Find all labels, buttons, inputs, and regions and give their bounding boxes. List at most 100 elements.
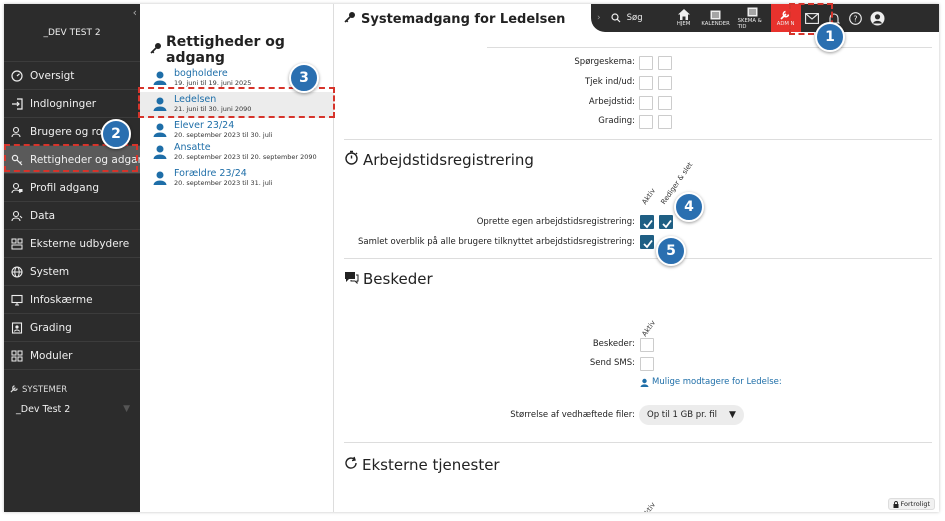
chevron-down-icon: ▼ — [123, 404, 130, 414]
user-group-icon — [153, 171, 167, 185]
checkbox[interactable] — [639, 76, 653, 90]
column-header-active: Aktiv — [640, 186, 658, 206]
main-content: Spørgeskema: Tjek ind/ud: Arbejdstid: Gr… — [334, 32, 939, 512]
list-item-date: 20. september 2023 til 20. september 209… — [174, 153, 317, 161]
checkbox[interactable] — [658, 76, 672, 90]
list-item-name: Elever 23/24 — [174, 120, 235, 131]
sidebar-item-label: System — [30, 265, 70, 278]
list-item-date: 20. september 2023 til 30. juli — [174, 131, 273, 139]
sidebar-item-label: Profil adgang — [30, 181, 100, 194]
data-icon — [10, 209, 24, 223]
row-label: Størrelse af vedhæftede filer: — [510, 410, 635, 420]
nav-home[interactable]: HJEM — [671, 4, 697, 32]
row-label: Samlet overblik på alle brugere tilknytt… — [358, 237, 635, 247]
profile-access-icon — [10, 181, 24, 195]
sidebar-item-indlogninger[interactable]: Indlogninger — [4, 90, 140, 118]
step-badge-4: 4 — [674, 192, 704, 222]
user-group-icon — [153, 145, 167, 159]
checkbox[interactable] — [640, 357, 654, 371]
row-label: Beskeder: — [592, 339, 635, 349]
row-label: Send SMS: — [589, 358, 635, 368]
system-select[interactable]: _Dev Test 2 ▼ — [4, 404, 140, 415]
sidebar-item-oversigt[interactable]: Oversigt — [4, 62, 140, 90]
list-item[interactable]: Elever 23/24 20. september 2023 til 30. j… — [140, 118, 334, 140]
checkbox[interactable] — [658, 115, 672, 129]
top-navigation: › Søg HJEM KALENDER SKEMA & TID ADMIN ? — [591, 4, 939, 32]
grading-icon — [10, 321, 24, 335]
key-icon — [344, 11, 356, 27]
row-label: Grading: — [598, 116, 635, 126]
svg-text:?: ? — [853, 14, 857, 23]
help-button[interactable]: ? — [845, 4, 867, 32]
checkbox-checked[interactable] — [659, 215, 673, 229]
sidebar-item-label: Eksterne udbydere — [30, 237, 130, 250]
row-label: Oprette egen arbejdstidsregistrering: — [476, 217, 635, 227]
checkbox[interactable] — [639, 96, 653, 110]
top-bar: Systemadgang for Ledelsen › Søg HJEM KAL… — [334, 4, 939, 32]
checkbox-checked[interactable] — [640, 235, 654, 249]
step-badge-3: 3 — [289, 63, 319, 93]
possible-recipients-link[interactable]: Mulige modtagere for Ledelse: — [640, 377, 782, 387]
monitor-icon — [10, 293, 24, 307]
search-button[interactable]: Søg — [611, 13, 671, 23]
profile-button[interactable] — [867, 4, 889, 32]
checkbox[interactable] — [639, 56, 653, 70]
checkbox[interactable] — [658, 96, 672, 110]
checkbox[interactable] — [639, 115, 653, 129]
user-icon — [640, 378, 649, 387]
list-item[interactable]: Forældre 23/24 20. september 2023 til 31.… — [140, 166, 334, 192]
sidebar-item-data[interactable]: Data — [4, 202, 140, 230]
row-label: Spørgeskema: — [574, 57, 635, 67]
key-icon — [150, 42, 162, 58]
systems-section-header: SYSTEMER — [4, 384, 140, 396]
chevron-right-icon[interactable]: › — [597, 13, 601, 23]
confidential-badge: Fortroligt — [887, 498, 935, 510]
user-group-icon — [153, 123, 167, 137]
sidebar: ‹ _DEV TEST 2 Oversigt Indlogninger Brug… — [4, 4, 140, 512]
search-icon — [611, 13, 621, 23]
step-badge-1: 1 — [815, 22, 845, 52]
rights-list-title: Rettigheder og adgang — [150, 34, 333, 66]
login-icon — [10, 97, 24, 111]
schedule-icon — [747, 7, 758, 17]
list-item-name: bogholdere — [174, 68, 228, 79]
wrench-icon — [10, 384, 19, 396]
modules-icon — [10, 349, 24, 363]
step-badge-5: 5 — [656, 236, 686, 266]
sidebar-item-label: Infoskærme — [30, 293, 93, 306]
column-header-active: Aktiv — [640, 318, 658, 338]
sidebar-item-label: Grading — [30, 321, 72, 334]
collapse-sidebar-icon[interactable]: ‹ — [133, 6, 137, 19]
step-badge-2: 2 — [101, 119, 131, 149]
sidebar-item-infoskaerme[interactable]: Infoskærme — [4, 286, 140, 314]
users-icon — [10, 125, 24, 139]
list-item[interactable]: Ansatte 20. september 2023 til 20. septem… — [140, 140, 334, 166]
refresh-icon — [344, 456, 358, 474]
sidebar-item-moduler[interactable]: Moduler — [4, 342, 140, 370]
calendar-icon — [710, 10, 721, 20]
sidebar-item-eksterne-udbydere[interactable]: Eksterne udbydere — [4, 230, 140, 258]
help-icon: ? — [849, 11, 862, 25]
section-title-eksterne-tjenester: Eksterne tjenester — [344, 456, 500, 474]
sidebar-item-grading[interactable]: Grading — [4, 314, 140, 342]
stopwatch-icon — [344, 150, 359, 169]
chevron-down-icon: ▼ — [729, 410, 736, 420]
attachment-size-select[interactable]: Op til 1 GB pr. fil ▼ — [639, 405, 744, 425]
sidebar-item-label: Indlogninger — [30, 97, 97, 110]
nav-calendar[interactable]: KALENDER — [697, 4, 735, 32]
app-window: ‹ _DEV TEST 2 Oversigt Indlogninger Brug… — [4, 4, 939, 512]
checkbox[interactable] — [640, 338, 654, 352]
row-label: Tjek ind/ud: — [584, 77, 635, 87]
nav-schedule[interactable]: SKEMA & TID — [735, 4, 771, 32]
sidebar-item-profil-adgang[interactable]: Profil adgang — [4, 174, 140, 202]
external-providers-icon — [10, 237, 24, 251]
sidebar-item-system[interactable]: System — [4, 258, 140, 286]
list-item-name: Ansatte — [174, 142, 211, 153]
row-label: Arbejdstid: — [588, 97, 635, 107]
checkbox[interactable] — [658, 56, 672, 70]
user-group-icon — [153, 71, 167, 85]
divider — [344, 139, 932, 140]
sidebar-item-label: Moduler — [30, 349, 73, 362]
checkbox-checked[interactable] — [640, 215, 654, 229]
divider — [487, 47, 932, 48]
